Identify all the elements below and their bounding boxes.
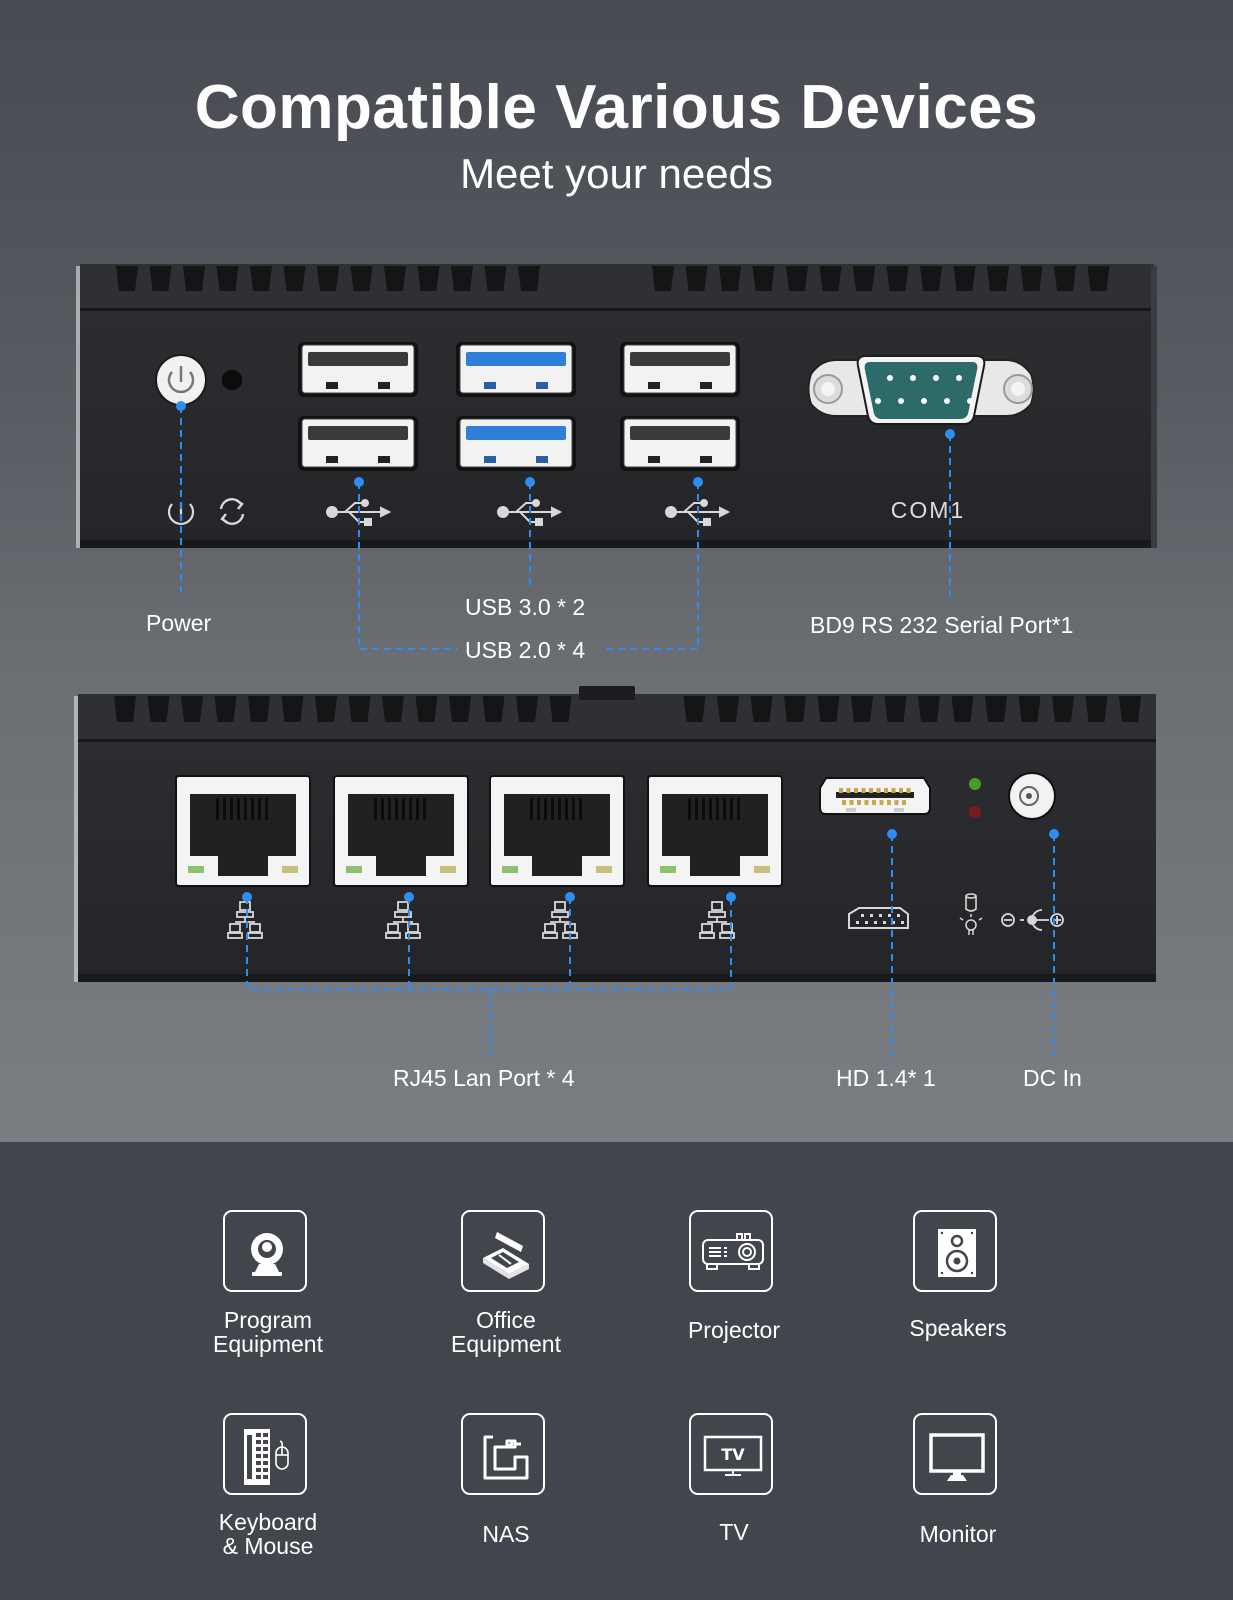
svg-text:TV: TV <box>721 1445 745 1464</box>
device-label: NAS <box>386 1522 626 1546</box>
device-label: Monitor <box>838 1522 1078 1546</box>
device-label: TV <box>614 1520 854 1544</box>
device-tile <box>689 1210 773 1292</box>
scanner-icon <box>483 1232 529 1279</box>
device-tile <box>461 1210 545 1292</box>
callout-power: Power <box>146 610 212 636</box>
device-label-line: Projector <box>687 1317 781 1343</box>
callout-usb3: USB 3.0 * 2 <box>465 594 586 620</box>
device-tile <box>913 1413 997 1495</box>
callout-lines <box>176 401 1059 1060</box>
nas-icon <box>483 1435 529 1480</box>
device-tile <box>223 1210 307 1292</box>
tv-icon: TV <box>703 1435 763 1476</box>
device-label: Projector <box>614 1318 854 1342</box>
device-label-line: Keyboard <box>218 1509 318 1535</box>
device-label: Office Equipment <box>386 1308 626 1356</box>
device-label-line: Program <box>223 1307 313 1333</box>
device-label-line: NAS <box>482 1521 530 1547</box>
projector-icon <box>702 1233 764 1270</box>
speaker-icon <box>938 1229 976 1277</box>
device-tile: TV <box>689 1413 773 1495</box>
device-label-line: Equipment <box>213 1331 323 1357</box>
device-label-line: Speakers <box>909 1315 1007 1341</box>
callout-dc: DC In <box>1023 1065 1082 1091</box>
device-tile <box>461 1413 545 1495</box>
callout-rj45: RJ45 Lan Port * 4 <box>393 1065 575 1091</box>
device-label-line: Equipment <box>451 1331 561 1357</box>
device-label-line: TV <box>719 1519 749 1545</box>
device-label-line: Monitor <box>919 1521 997 1547</box>
device-label: Speakers <box>838 1316 1078 1340</box>
device-label: Keyboard & Mouse <box>148 1510 388 1558</box>
callout-dots <box>176 401 1059 902</box>
device-label: Program Equipment <box>148 1308 388 1356</box>
device-tile <box>913 1210 997 1292</box>
device-label-line: Office <box>476 1307 536 1333</box>
keyboard-mouse-icon <box>244 1429 289 1485</box>
device-tile <box>223 1413 307 1495</box>
callout-usb2: USB 2.0 * 4 <box>465 637 586 663</box>
callout-hdmi: HD 1.4* 1 <box>836 1065 936 1091</box>
monitor-icon <box>929 1433 985 1481</box>
device-label-line: & Mouse <box>222 1533 314 1559</box>
webcam-icon <box>251 1233 283 1276</box>
callout-serial: BD9 RS 232 Serial Port*1 <box>810 612 1074 638</box>
